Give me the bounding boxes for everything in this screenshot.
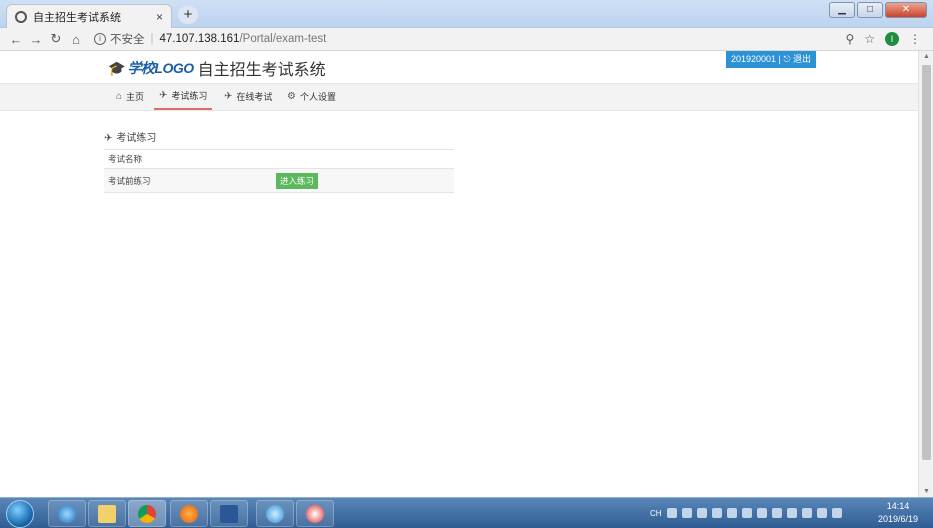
new-tab-button[interactable]: + bbox=[178, 6, 198, 24]
minimize-button[interactable]: ▁ bbox=[829, 2, 855, 18]
baidu-app[interactable] bbox=[296, 500, 334, 527]
url-path: /Portal/exam-test bbox=[239, 33, 327, 45]
main-nav: ⌂ 主页 ✈ 考试练习 ✈ 在线考试 ⚙ 个人设置 bbox=[0, 83, 918, 111]
url-field[interactable]: i 不安全 | 47.107.138.161 /Portal/exam-test bbox=[94, 30, 845, 49]
tray-app-icon[interactable] bbox=[741, 508, 752, 518]
clock-time: 14:14 bbox=[886, 501, 910, 511]
nav-item-label: 个人设置 bbox=[299, 92, 336, 102]
insecure-label: 不安全 bbox=[110, 34, 145, 46]
url-separator: | bbox=[150, 33, 154, 45]
exam-name-cell: 考试前练习 bbox=[108, 176, 151, 186]
back-icon[interactable]: ← bbox=[6, 32, 26, 47]
start-practice-button[interactable]: 进入练习 bbox=[276, 173, 318, 189]
nav-item-label: 考试练习 bbox=[171, 91, 208, 101]
bookmark-star-icon[interactable]: ☆ bbox=[864, 32, 875, 46]
column-header-exam-name: 考试名称 bbox=[108, 154, 143, 164]
logo-text: 学校LOGO bbox=[127, 60, 194, 76]
exam-practice-panel: ✈ 考试练习 考试名称 考试前练习 进入练习 bbox=[104, 130, 454, 193]
system-tray: CH bbox=[650, 498, 842, 528]
site-favicon-icon bbox=[15, 10, 27, 23]
qq-icon[interactable] bbox=[816, 508, 827, 518]
paper-plane-icon: ✈ bbox=[224, 91, 233, 102]
ie-app[interactable] bbox=[256, 500, 294, 527]
help-icon[interactable] bbox=[681, 508, 692, 518]
windows-taskbar: CH 14:14 2019/6/19 bbox=[0, 497, 933, 528]
exam-table: 考试名称 考试前练习 进入练习 bbox=[104, 149, 454, 193]
tab-title: 自主招生考试系统 bbox=[33, 11, 121, 24]
window-controls: ▁ □ ✕ bbox=[829, 2, 927, 18]
nav-item-settings[interactable]: ⚙ 个人设置 bbox=[287, 84, 336, 110]
address-bar: ← → ↻ ⌂ i 不安全 | 47.107.138.161 /Portal/e… bbox=[0, 28, 933, 51]
keyboard-icon[interactable] bbox=[666, 508, 677, 518]
ie-pinned-app[interactable] bbox=[48, 500, 86, 527]
home-icon: ⌂ bbox=[116, 91, 123, 102]
panel-title: ✈ 考试练习 bbox=[104, 130, 454, 148]
browser-actions: ⚲ ☆ I ⋮ bbox=[845, 32, 933, 46]
scrollbar-thumb[interactable] bbox=[922, 65, 931, 460]
firefox-icon bbox=[180, 504, 198, 523]
browser-e-icon bbox=[266, 504, 284, 523]
url-host: 47.107.138.161 bbox=[159, 33, 240, 45]
nav-item-exam-practice[interactable]: ✈ 考试练习 bbox=[154, 84, 213, 110]
info-icon[interactable]: i bbox=[94, 33, 106, 45]
page-scrollbar[interactable]: ▲ ▼ bbox=[918, 51, 933, 497]
word-icon bbox=[220, 504, 238, 523]
browser-tab[interactable]: 自主招生考试系统 × bbox=[6, 4, 172, 28]
zoom-icon[interactable]: ⚲ bbox=[845, 32, 854, 46]
signal-icon[interactable] bbox=[771, 508, 782, 518]
user-bar[interactable]: 201920001 | ⎋ 退出 bbox=[726, 51, 816, 68]
system-clock[interactable]: 14:14 2019/6/19 bbox=[870, 500, 926, 526]
graduation-cap-icon: 🎓 bbox=[108, 59, 126, 76]
table-header: 考试名称 bbox=[104, 150, 454, 169]
paper-plane-icon: ✈ bbox=[104, 133, 113, 144]
home-browser-icon[interactable]: ⌂ bbox=[66, 32, 86, 47]
reload-icon[interactable]: ↻ bbox=[46, 31, 66, 47]
flag-icon[interactable] bbox=[831, 508, 842, 518]
site-header: 🎓 学校LOGO 自主招生考试系统 201920001 | ⎋ 退出 bbox=[0, 51, 918, 83]
gears-icon: ⚙ bbox=[287, 91, 296, 102]
site-title: 自主招生考试系统 bbox=[197, 62, 326, 79]
menu-dots-icon[interactable]: ⋮ bbox=[909, 32, 921, 46]
clock-date: 2019/6/19 bbox=[877, 514, 919, 524]
paper-plane-icon: ✈ bbox=[159, 90, 168, 101]
scroll-down-arrow[interactable]: ▼ bbox=[919, 488, 933, 495]
scroll-up-arrow[interactable]: ▲ bbox=[919, 53, 933, 60]
browser-titlebar: 自主招生考试系统 × + ▁ □ ✕ bbox=[0, 0, 933, 28]
panel-title-text: 考试练习 bbox=[116, 133, 157, 144]
nav-item-label: 在线考试 bbox=[236, 92, 273, 102]
chrome-app[interactable] bbox=[128, 500, 166, 527]
ie-icon bbox=[58, 504, 76, 523]
table-row: 考试前练习 进入练习 bbox=[104, 169, 454, 193]
logout-icon: ⎋ bbox=[783, 54, 791, 64]
app-icon bbox=[306, 504, 324, 523]
tab-close-icon[interactable]: × bbox=[156, 10, 163, 24]
wechat-icon[interactable] bbox=[726, 508, 737, 518]
chrome-icon bbox=[138, 504, 156, 523]
tray-app-icon[interactable] bbox=[786, 508, 797, 518]
folder-icon bbox=[98, 504, 116, 523]
start-button[interactable] bbox=[6, 500, 34, 528]
volume-icon[interactable] bbox=[756, 508, 767, 518]
ime-indicator[interactable]: CH bbox=[650, 509, 662, 518]
close-window-button[interactable]: ✕ bbox=[885, 2, 927, 18]
maximize-button[interactable]: □ bbox=[857, 2, 883, 18]
site-logo[interactable]: 🎓 学校LOGO 自主招生考试系统 bbox=[108, 56, 326, 80]
word-app[interactable] bbox=[210, 500, 248, 527]
nav-item-label: 主页 bbox=[126, 92, 145, 102]
qq-icon[interactable] bbox=[801, 508, 812, 518]
nav-item-online-exam[interactable]: ✈ 在线考试 bbox=[224, 84, 272, 110]
profile-avatar[interactable]: I bbox=[885, 32, 899, 46]
web-page: 🎓 学校LOGO 自主招生考试系统 201920001 | ⎋ 退出 ⌂ 主页 … bbox=[0, 51, 918, 497]
tray-app-icon[interactable] bbox=[696, 508, 707, 518]
explorer-app[interactable] bbox=[88, 500, 126, 527]
nav-item-home[interactable]: ⌂ 主页 bbox=[116, 84, 144, 110]
firefox-app[interactable] bbox=[170, 500, 208, 527]
tray-app-icon[interactable] bbox=[711, 508, 722, 518]
logout-link[interactable]: 退出 bbox=[793, 54, 811, 64]
user-id: 201920001 bbox=[730, 54, 777, 64]
forward-icon[interactable]: → bbox=[26, 32, 46, 47]
